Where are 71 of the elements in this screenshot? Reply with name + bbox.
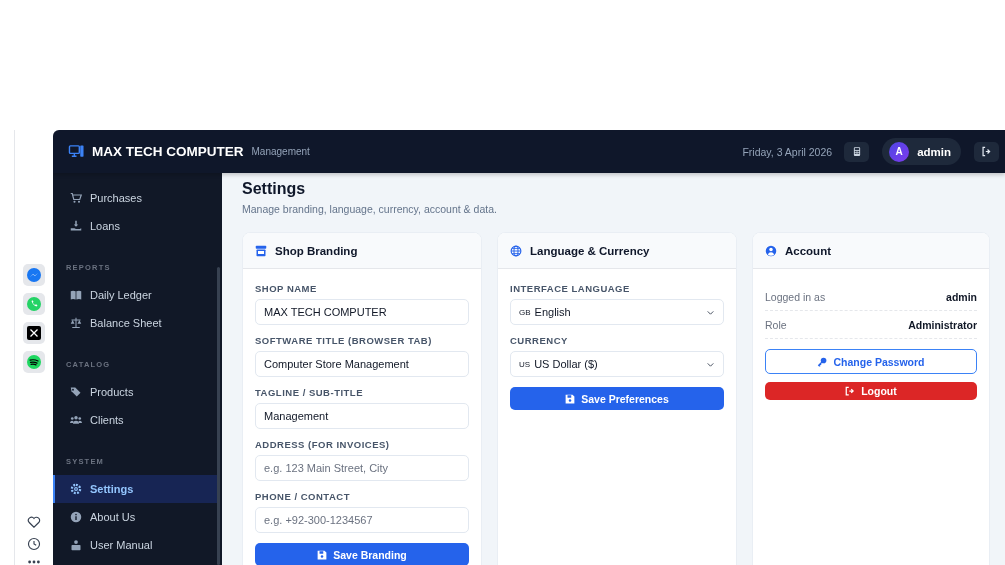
field-label: INTERFACE LANGUAGE [510, 283, 631, 294]
info-label: Role [765, 318, 787, 331]
computer-icon [67, 144, 86, 159]
store-icon [255, 244, 267, 257]
user-avatar: A [889, 141, 910, 162]
sidebar-item[interactable]: User Manual [53, 531, 217, 559]
field-label: ADDRESS (FOR INVOICES) [255, 439, 391, 450]
calculator-icon [851, 146, 862, 157]
sidebar-item[interactable]: Clients [53, 406, 217, 434]
field-label: CURRENCY [510, 335, 569, 346]
scrollbar[interactable] [217, 267, 220, 565]
field-label: PHONE / CONTACT [255, 491, 351, 502]
card-title: Shop Branding [275, 244, 358, 257]
card-title: Account [785, 244, 831, 257]
gear-icon [70, 483, 82, 495]
input-field[interactable]: Computer Store Management [255, 351, 469, 377]
sidebar-item[interactable]: Settings [53, 475, 217, 503]
current-date: Friday, 3 April 2026 [742, 145, 833, 158]
select-field[interactable]: GB English [510, 299, 724, 325]
exit-icon [845, 386, 856, 396]
field-label: SOFTWARE TITLE (BROWSER TAB) [255, 335, 433, 346]
sidebar-item[interactable]: About Us [53, 503, 217, 531]
book-icon [70, 289, 82, 301]
tag-icon [70, 386, 82, 398]
brand-name: MAX TECH COMPUTER [92, 144, 244, 159]
key-icon [817, 356, 828, 367]
change-password-button[interactable]: Change Password [765, 349, 977, 374]
input-field[interactable]: e.g. 123 Main Street, City [255, 455, 469, 481]
input-field[interactable]: e.g. +92-300-1234567 [255, 507, 469, 533]
music-button[interactable] [23, 351, 45, 373]
messenger-icon [26, 267, 42, 283]
save-button[interactable]: Save Preferences [510, 387, 724, 410]
x-icon [26, 325, 42, 341]
field-label: TAGLINE / SUB-TITLE [255, 387, 364, 398]
logout-button[interactable]: Logout [765, 382, 977, 400]
music-icon [26, 354, 42, 370]
input-field[interactable]: Management [255, 403, 469, 429]
page-subtitle: Manage branding, language, currency, account & data. [242, 203, 498, 215]
info-value: admin [946, 290, 977, 303]
user-menu[interactable]: A admin [882, 138, 961, 165]
cart-icon [70, 192, 82, 204]
input-field[interactable]: MAX TECH COMPUTER [255, 299, 469, 325]
calculator-button[interactable] [844, 141, 870, 162]
clock-icon[interactable] [27, 537, 41, 551]
sidebar-item[interactable]: Loans [53, 212, 217, 240]
brand-tagline: Management [251, 146, 310, 157]
messenger-button[interactable] [23, 264, 45, 286]
sidebar-item[interactable]: Balance Sheet [53, 309, 217, 337]
info-label: Logged in as [765, 290, 826, 303]
sidebar-item[interactable]: Products [53, 378, 217, 406]
info-value: Administrator [908, 318, 977, 331]
heart-icon[interactable] [27, 515, 41, 529]
exit-icon [981, 146, 992, 157]
chat-icon [26, 296, 42, 312]
info-icon [70, 511, 82, 523]
person-icon [70, 539, 82, 551]
page-title: Settings [242, 180, 307, 198]
logout-button[interactable] [974, 141, 999, 162]
field-label: SHOP NAME [255, 283, 318, 294]
select-field[interactable]: US US Dollar ($) [510, 351, 724, 377]
scale-icon [70, 317, 82, 329]
globe-icon [510, 244, 522, 257]
user-circle-icon [765, 244, 777, 257]
hand-coin-icon [70, 220, 82, 232]
more-icon[interactable] [27, 559, 41, 565]
sidebar-item[interactable]: Purchases [53, 184, 217, 212]
save-button[interactable]: Save Branding [255, 543, 469, 565]
card-title: Language & Currency [530, 244, 650, 257]
users-icon [70, 414, 82, 426]
x-button[interactable] [23, 322, 45, 344]
sidebar-item[interactable]: Daily Ledger [53, 281, 217, 309]
